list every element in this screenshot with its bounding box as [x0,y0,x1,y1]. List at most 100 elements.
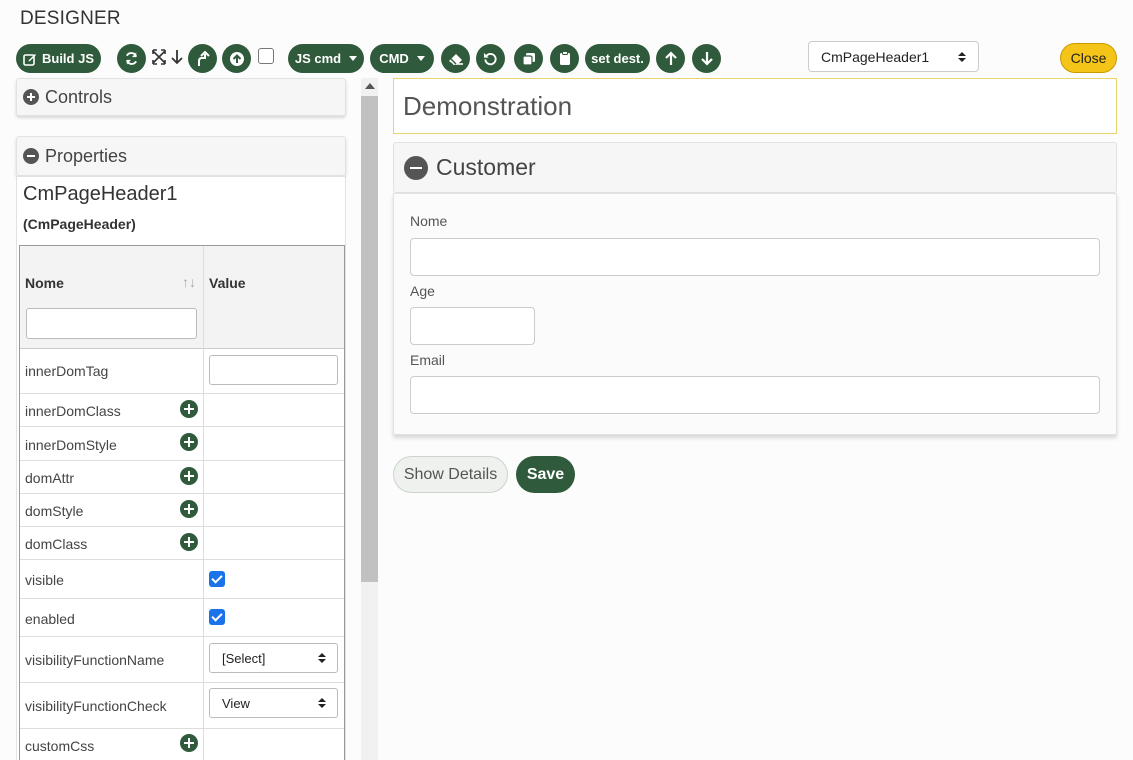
add-icon[interactable] [180,734,198,752]
object-name: CmPageHeader1 [23,183,178,205]
caret-down-icon [416,56,425,61]
undo-button[interactable] [476,44,505,73]
nome-input[interactable] [410,238,1100,276]
select-parent-button[interactable] [222,44,251,73]
property-grid: Nome ↑↓ Value innerDomTag innerDomClass … [19,245,345,760]
property-row: visibilityFunctionName [Select] [20,637,344,683]
email-input[interactable] [410,376,1100,414]
add-icon[interactable] [180,433,198,451]
cmd-label: CMD [379,51,409,66]
page-header-component[interactable]: Demonstration [393,78,1117,134]
add-icon[interactable] [180,467,198,485]
property-name: innerDomClass [25,403,121,419]
set-dest-label: set dest. [591,51,644,66]
customer-section-title: Customer [436,154,536,180]
component-select[interactable]: CmPageHeader1 [808,41,979,72]
customer-section-body: Nome Age Email [393,193,1117,435]
property-row: domStyle [20,494,344,527]
property-name: enabled [25,611,75,627]
scrollbar-thumb[interactable] [361,96,378,582]
property-row: innerDomClass [20,394,344,427]
property-name: domStyle [25,503,84,519]
select-value: [Select] [222,650,266,666]
select-arrows-icon [318,698,326,708]
eraser-icon [448,52,464,66]
copy-icon [521,52,536,66]
property-name: innerDomStyle [25,437,117,453]
move-up-button[interactable] [656,44,685,73]
set-dest-button[interactable]: set dest. [585,44,650,73]
controls-panel-header[interactable]: Controls [16,78,346,116]
turn-up-icon [196,50,210,67]
property-row: visible [20,560,344,599]
refresh-button[interactable] [117,44,146,73]
property-row: enabled [20,599,344,637]
copy-button[interactable] [514,44,543,73]
erase-button[interactable] [441,44,470,73]
visibility-function-check-select[interactable]: View [209,688,338,718]
select-arrows-icon [318,653,326,663]
cmd-dropdown[interactable]: CMD [370,44,434,73]
property-filter-input[interactable] [26,308,197,339]
plus-circle-icon [23,89,39,105]
save-button[interactable]: Save [516,456,575,493]
select-arrows-icon [958,51,966,62]
column-header-name[interactable]: Nome [25,275,64,291]
build-js-label: Build JS [41,51,94,66]
property-name: domClass [25,536,88,552]
property-name: visibilityFunctionName [25,652,165,668]
property-name: visible [25,572,64,588]
paste-icon [559,51,571,66]
enabled-checkbox[interactable] [209,609,225,625]
toolbar-checkbox[interactable] [258,48,274,64]
move-down-plain-button[interactable] [170,49,184,70]
property-row: customCss [20,729,344,760]
js-cmd-label: JS cmd [294,51,342,66]
refresh-icon [124,51,139,66]
field-label-nome: Nome [410,213,448,229]
age-input[interactable] [410,307,535,345]
inner-dom-tag-input[interactable] [209,355,338,385]
minus-circle-icon [23,148,39,164]
property-row: domClass [20,527,344,560]
js-cmd-dropdown[interactable]: JS cmd [288,44,364,73]
circle-arrow-up-icon [229,51,245,67]
caret-down-icon [349,56,358,61]
arrow-down-icon [170,50,184,69]
add-icon[interactable] [180,533,198,551]
move-down-button[interactable] [692,44,721,73]
arrow-down-icon [700,51,714,66]
minus-circle-icon [404,155,428,180]
controls-label: Controls [45,86,113,107]
close-button[interactable]: Close [1060,43,1117,73]
visibility-function-name-select[interactable]: [Select] [209,643,338,673]
panel-scrollbar[interactable] [361,78,378,760]
move-to-parent-button[interactable] [188,44,217,73]
app-title: DESIGNER [20,8,121,29]
add-icon[interactable] [180,500,198,518]
property-row: visibilityFunctionCheck View [20,683,344,729]
select-value: View [222,695,250,711]
visible-checkbox[interactable] [209,571,225,587]
field-label-email: Email [410,352,446,368]
property-name: customCss [25,738,95,754]
properties-panel-header[interactable]: Properties [16,136,346,176]
edit-icon [23,52,37,66]
arrow-up-icon [664,51,678,66]
add-icon[interactable] [180,400,198,418]
property-grid-header: Nome ↑↓ Value [20,246,344,349]
property-row: innerDomStyle [20,427,344,461]
build-js-button[interactable]: Build JS [16,44,101,73]
property-row: domAttr [20,461,344,494]
properties-label: Properties [45,145,128,166]
sort-icon[interactable]: ↑↓ [182,274,196,290]
object-type: (CmPageHeader) [23,216,136,232]
scroll-up-arrow-icon[interactable] [365,83,375,89]
expand-icon [152,49,166,69]
property-row: innerDomTag [20,349,344,394]
customer-section-header[interactable]: Customer [393,142,1117,193]
show-details-button[interactable]: Show Details [393,456,508,493]
paste-button[interactable] [550,44,579,73]
expand-button[interactable] [152,49,166,70]
component-select-value: CmPageHeader1 [821,48,930,65]
